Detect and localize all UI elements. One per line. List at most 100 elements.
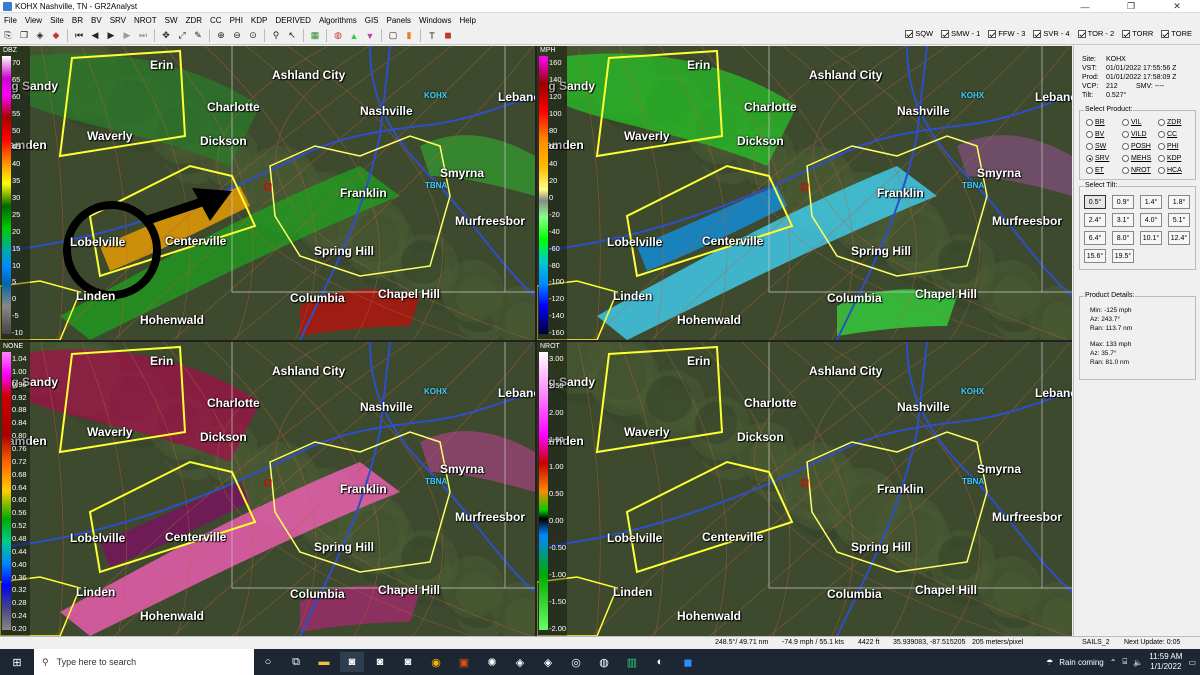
app-icon-9[interactable]: ◍ — [592, 652, 616, 672]
menu-algorithms[interactable]: Algorithms — [315, 16, 361, 25]
maximize-button[interactable]: ❐ — [1108, 0, 1154, 13]
probe-icon[interactable]: ⚲ — [269, 29, 283, 42]
windows-start-icon[interactable]: ⊞ — [2, 652, 32, 672]
tilt-button[interactable]: 1.8° — [1168, 195, 1190, 209]
warning-toggle-svr[interactable]: SVR - 4 — [1033, 29, 1070, 38]
cortana-icon[interactable]: ○ — [256, 652, 280, 672]
menu-site[interactable]: Site — [46, 16, 68, 25]
marker-icon[interactable]: ▲ — [347, 29, 361, 42]
tilt-button[interactable]: 8.0° — [1112, 231, 1134, 245]
menu-derived[interactable]: DERIVED — [271, 16, 315, 25]
stop-icon[interactable]: ▢ — [386, 29, 400, 42]
menu-file[interactable]: File — [0, 16, 21, 25]
warning-toggle-ffw[interactable]: FFW - 3 — [988, 29, 1025, 38]
grlevel-app2-icon[interactable]: ◙ — [368, 652, 392, 672]
menu-bv[interactable]: BV — [87, 16, 106, 25]
cross-section-icon[interactable]: ✎ — [191, 29, 205, 42]
chrome-icon[interactable]: ◉ — [424, 652, 448, 672]
zoom-in-icon[interactable]: ⊕ — [214, 29, 228, 42]
menu-nrot[interactable]: NROT — [130, 16, 161, 25]
volume-icon[interactable]: 🔈 — [1133, 658, 1143, 667]
menu-view[interactable]: View — [21, 16, 46, 25]
first-frame-icon[interactable]: ⏮ — [72, 29, 86, 42]
warning-toggle-tore[interactable]: TORE — [1161, 29, 1192, 38]
menu-help[interactable]: Help — [455, 16, 479, 25]
play-icon[interactable]: ▶ — [104, 29, 118, 42]
placefile-icon[interactable]: ▼ — [363, 29, 377, 42]
color-icon[interactable]: ◆ — [49, 29, 63, 42]
product-radio-posh[interactable]: POSH — [1122, 143, 1151, 150]
copy-icon[interactable]: ❐ — [17, 29, 31, 42]
gr-app-icon[interactable]: ◈ — [508, 652, 532, 672]
network-icon[interactable]: ⌸ — [1122, 657, 1127, 667]
menu-windows[interactable]: Windows — [415, 16, 455, 25]
tilt-button[interactable]: 10.1° — [1140, 231, 1162, 245]
zoom-out-icon[interactable]: ⊖ — [230, 29, 244, 42]
product-radio-sw[interactable]: SW — [1086, 143, 1106, 150]
zoom-icon[interactable]: ◼ — [676, 652, 700, 672]
last-frame-icon[interactable]: ⏭ — [136, 29, 150, 42]
tilt-button[interactable]: 6.4° — [1084, 231, 1106, 245]
gr2-app-icon[interactable]: ◈ — [536, 652, 560, 672]
tilt-button[interactable]: 1.4° — [1140, 195, 1162, 209]
menu-gis[interactable]: GIS — [361, 16, 383, 25]
menu-phi[interactable]: PHI — [226, 16, 247, 25]
app-icon-11[interactable]: ◐ — [648, 652, 672, 672]
tilt-button[interactable]: 3.1° — [1112, 213, 1134, 227]
record-icon[interactable]: ◼ — [441, 29, 455, 42]
product-radio-nrot[interactable]: NROT — [1122, 167, 1151, 174]
warning-toggle-smw[interactable]: SMW - 1 — [941, 29, 980, 38]
product-radio-phi[interactable]: PHI — [1158, 143, 1179, 150]
product-radio-cc[interactable]: CC — [1158, 131, 1177, 138]
weather-icon[interactable]: ☂ — [1046, 658, 1053, 667]
obs-icon[interactable]: ◎ — [564, 652, 588, 672]
tilt-button[interactable]: 0.5° — [1084, 195, 1106, 209]
tilt-button[interactable]: 12.4° — [1168, 231, 1190, 245]
product-radio-srv[interactable]: SRV — [1086, 155, 1109, 162]
measure-icon[interactable]: ⤢ — [175, 29, 189, 42]
app-icon-3[interactable]: ◙ — [396, 652, 420, 672]
product-radio-mehs[interactable]: MEHS — [1122, 155, 1151, 162]
layout-icon[interactable]: ▦ — [308, 29, 322, 42]
pointer-icon[interactable]: ↖ — [285, 29, 299, 42]
radar-panel-1[interactable]: Erin ig Sandy Ashland City Charlotte Nashvil… — [0, 46, 535, 340]
app-icon-5[interactable]: ✺ — [480, 652, 504, 672]
product-radio-vil[interactable]: VIL — [1122, 119, 1142, 126]
chart-app-icon[interactable]: ▥ — [620, 652, 644, 672]
radar-panel-3[interactable]: Erin ig Sandy Ashland City Charlotte Nashvil… — [0, 342, 535, 636]
menu-sw[interactable]: SW — [161, 16, 182, 25]
radar-panel-4[interactable]: Erin ig Sandy Ashland City Charlotte Nashvil… — [537, 342, 1072, 636]
prev-frame-icon[interactable]: ◀ — [88, 29, 102, 42]
product-radio-hca[interactable]: HCA — [1158, 167, 1182, 174]
menu-srv[interactable]: SRV — [106, 16, 130, 25]
tilt-button[interactable]: 5.1° — [1168, 213, 1190, 227]
tilt-button[interactable]: 0.9° — [1112, 195, 1134, 209]
radar-panel-2[interactable]: Erin ig Sandy Ashland City Charlotte Nashvil… — [537, 46, 1072, 340]
warning-toggle-tor[interactable]: TOR - 2 — [1077, 29, 1114, 38]
open-icon[interactable]: ⎘ — [1, 29, 15, 42]
storm-track-icon[interactable]: ◍ — [331, 29, 345, 42]
warning-toggle-sqw[interactable]: SQW — [905, 29, 933, 38]
menu-cc[interactable]: CC — [206, 16, 226, 25]
tray-chevron-icon[interactable]: ⌃ — [1110, 658, 1117, 667]
product-radio-bv[interactable]: BV — [1086, 131, 1104, 138]
palette-icon[interactable]: ◈ — [33, 29, 47, 42]
product-radio-vild[interactable]: VILD — [1122, 131, 1147, 138]
product-radio-zdr[interactable]: ZDR — [1158, 119, 1181, 126]
tilt-button[interactable]: 15.6° — [1084, 249, 1106, 263]
tilt-button[interactable]: 19.5° — [1112, 249, 1134, 263]
file-explorer-icon[interactable]: ▬ — [312, 652, 336, 672]
tilt-button[interactable]: 4.0° — [1140, 213, 1162, 227]
warnings-icon[interactable]: ▮ — [402, 29, 416, 42]
product-radio-et[interactable]: ET — [1086, 167, 1104, 174]
pan-icon[interactable]: ✥ — [159, 29, 173, 42]
grlevel-app-icon[interactable]: ◙ — [340, 652, 364, 672]
close-button[interactable]: ✕ — [1154, 0, 1200, 13]
menu-kdp[interactable]: KDP — [247, 16, 271, 25]
minimize-button[interactable]: — — [1062, 0, 1108, 13]
clock[interactable]: 11:59 AM 1/1/2022 — [1149, 652, 1182, 672]
tilt-button[interactable]: 2.4° — [1084, 213, 1106, 227]
menu-panels[interactable]: Panels — [383, 16, 415, 25]
text-icon[interactable]: T — [425, 29, 439, 42]
notification-icon[interactable]: ▭ — [1188, 658, 1196, 667]
